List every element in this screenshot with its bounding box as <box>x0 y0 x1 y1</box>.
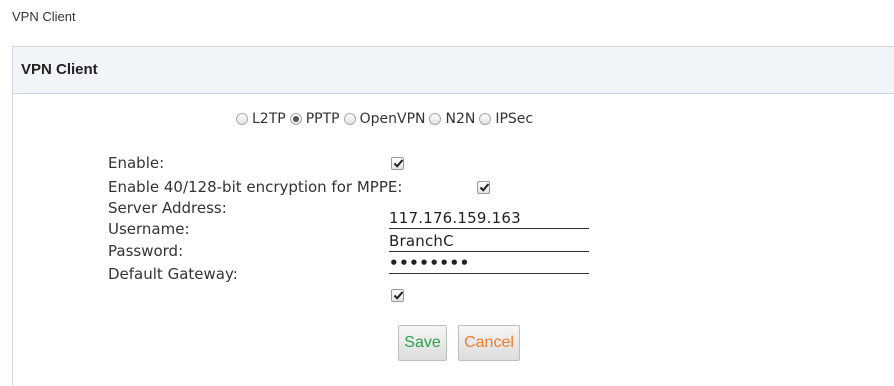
protocol-label-openvpn: OpenVPN <box>359 111 426 127</box>
panel-header: VPN Client <box>13 46 894 94</box>
username-field[interactable]: BranchC <box>389 231 589 252</box>
radio-l2tp[interactable] <box>236 113 248 125</box>
password-field[interactable]: •••••••• <box>389 253 589 274</box>
protocol-option-openvpn[interactable]: OpenVPN <box>343 111 426 127</box>
protocol-option-ipsec[interactable]: IPSec <box>479 111 533 127</box>
protocol-label-ipsec: IPSec <box>495 111 534 127</box>
username-label: Username: <box>108 220 190 238</box>
enable-checkbox[interactable] <box>391 157 404 170</box>
default-gateway-label: Default Gateway: <box>108 265 238 283</box>
radio-openvpn[interactable] <box>343 113 356 125</box>
server-address-label: Server Address: <box>108 199 227 217</box>
protocol-label-pptp: PPTP <box>305 111 340 127</box>
save-button[interactable]: Save <box>398 325 447 361</box>
protocol-option-pptp[interactable]: PPTP <box>289 111 340 127</box>
protocol-label-n2n: N2N <box>445 111 476 127</box>
checkmark-icon <box>393 159 404 168</box>
checkmark-icon <box>393 291 404 300</box>
radio-pptp[interactable] <box>289 113 302 125</box>
encryption-label: Enable 40/128-bit encryption for MPPE: <box>108 178 403 196</box>
protocol-radio-group: L2TP PPTP OpenVPN N2N IPSec <box>236 109 537 129</box>
default-gateway-checkbox[interactable] <box>391 289 404 302</box>
cancel-button[interactable]: Cancel <box>458 325 520 361</box>
checkmark-icon <box>479 183 490 192</box>
encryption-checkbox[interactable] <box>477 181 490 194</box>
password-label: Password: <box>108 242 184 260</box>
radio-ipsec[interactable] <box>479 113 492 125</box>
protocol-label-l2tp: L2TP <box>252 111 286 127</box>
radio-n2n[interactable] <box>429 113 442 125</box>
protocol-option-l2tp[interactable]: L2TP <box>236 111 286 127</box>
breadcrumb: VPN Client <box>12 9 76 24</box>
enable-label: Enable: <box>108 154 165 172</box>
panel-title: VPN Client <box>21 61 98 78</box>
protocol-option-n2n[interactable]: N2N <box>429 111 475 127</box>
server-address-field[interactable]: 117.176.159.163 <box>389 208 589 229</box>
